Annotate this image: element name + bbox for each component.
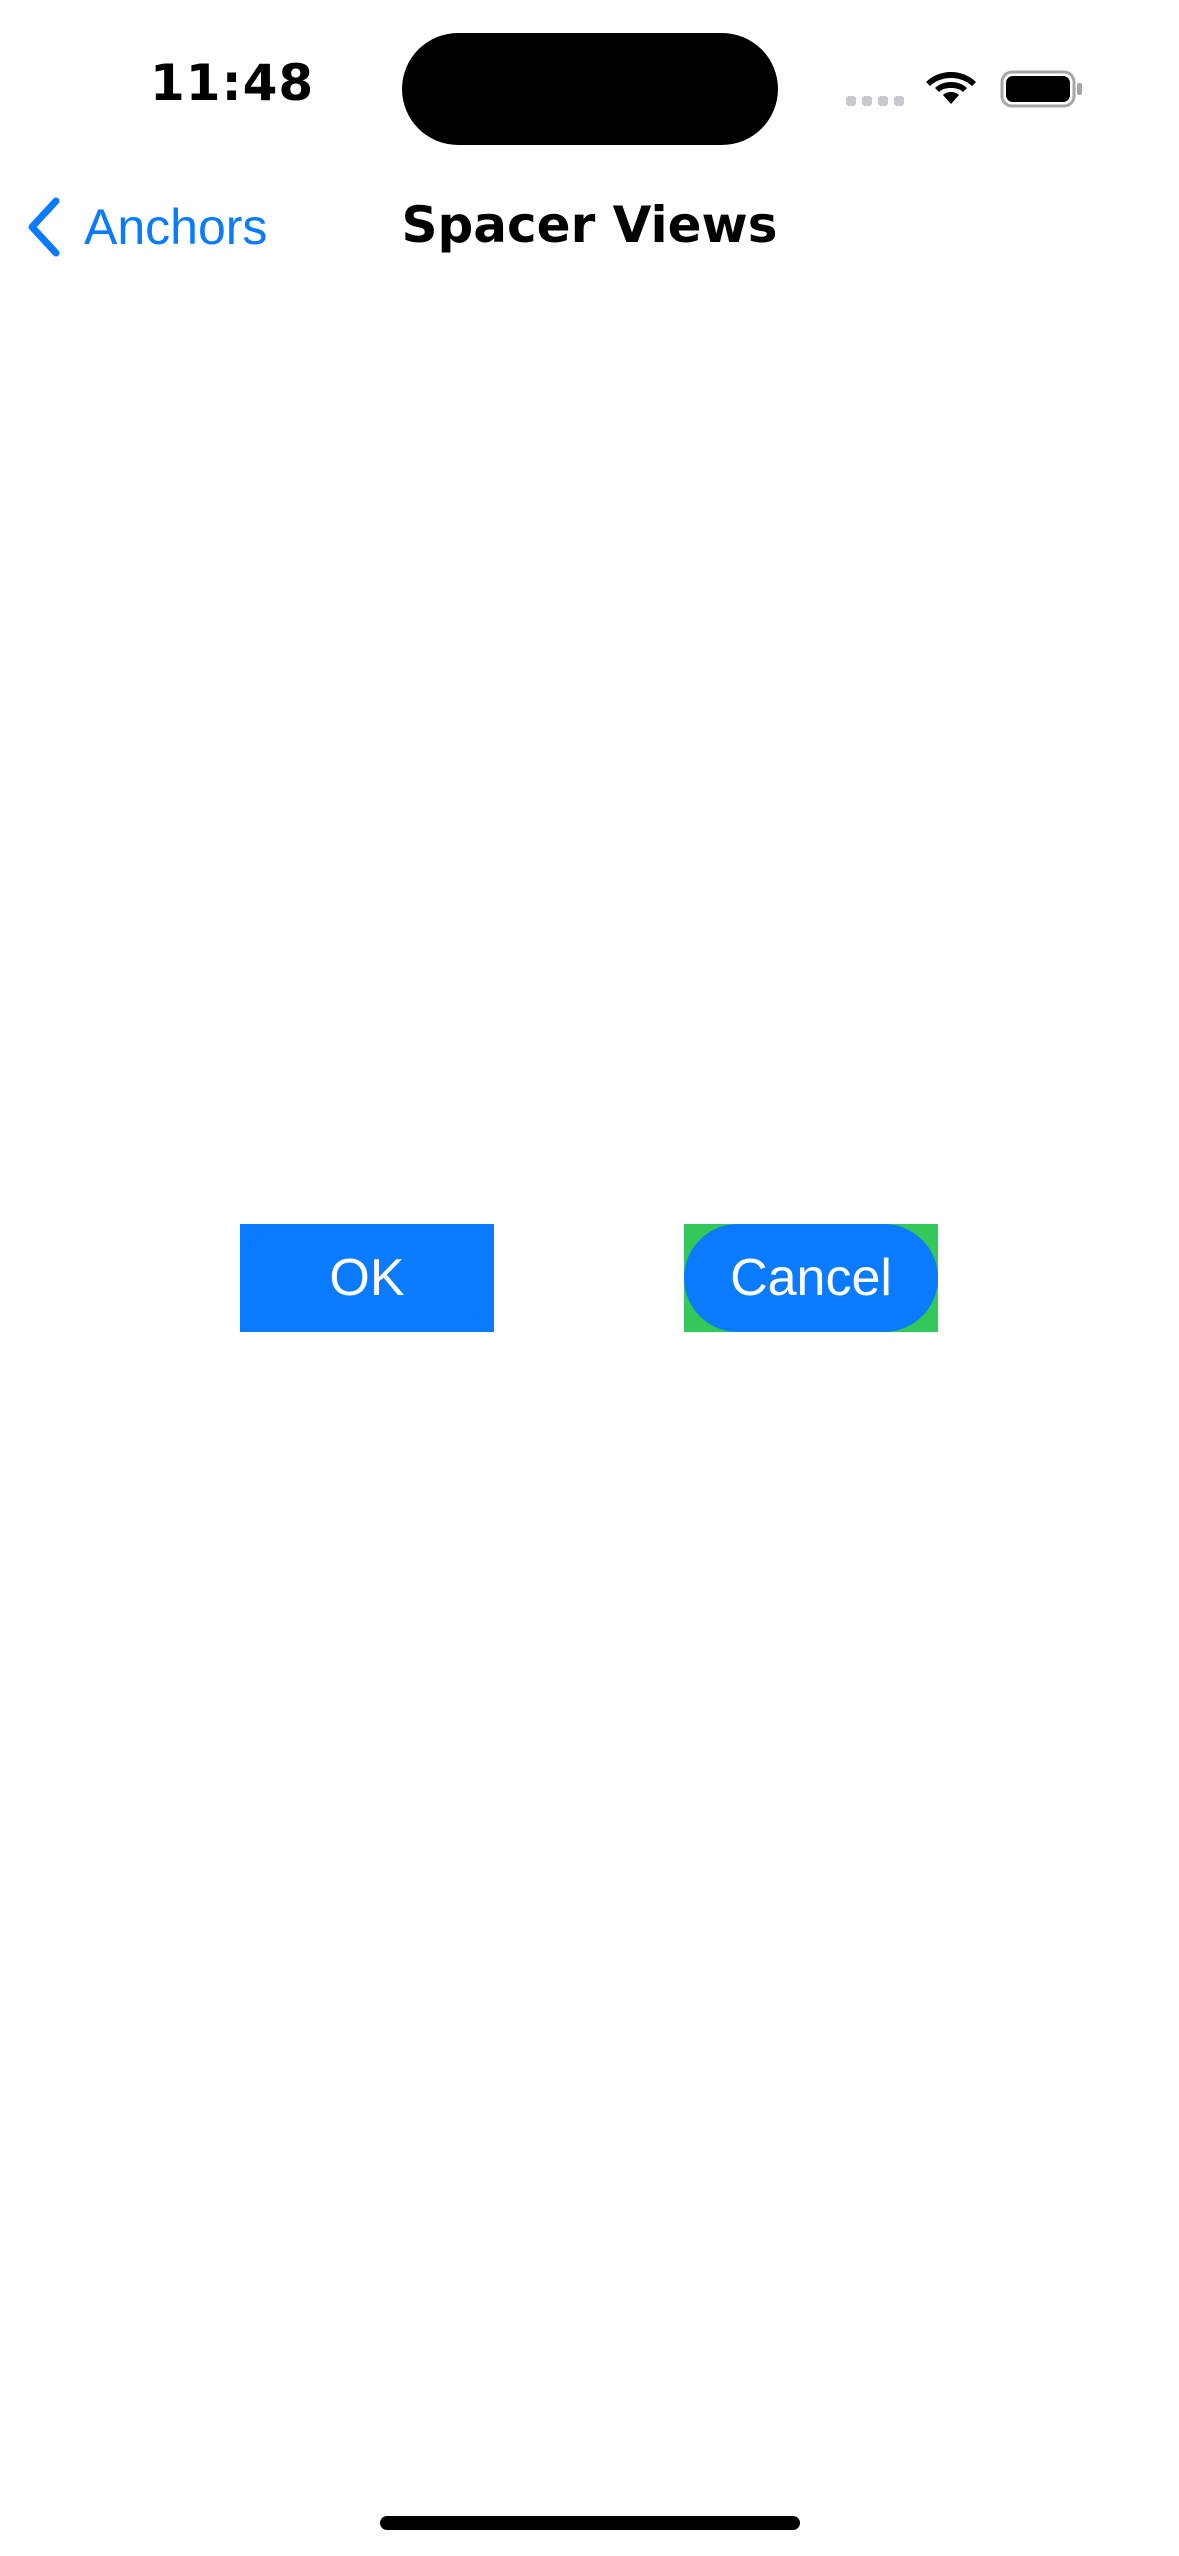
- dynamic-island: [402, 33, 778, 145]
- cancel-button[interactable]: Cancel: [684, 1224, 938, 1332]
- page-title: Spacer Views: [401, 196, 778, 254]
- ok-button[interactable]: OK: [240, 1224, 494, 1332]
- wifi-icon: [926, 72, 976, 104]
- home-indicator[interactable]: [380, 2516, 800, 2530]
- cellular-signal-icon: [846, 96, 906, 108]
- cancel-button-container: Cancel: [684, 1224, 938, 1332]
- battery-icon: [1000, 70, 1082, 108]
- status-time: 11:48: [150, 54, 315, 112]
- status-bar: 11:48: [0, 0, 1179, 180]
- ok-button-container: OK: [240, 1224, 494, 1332]
